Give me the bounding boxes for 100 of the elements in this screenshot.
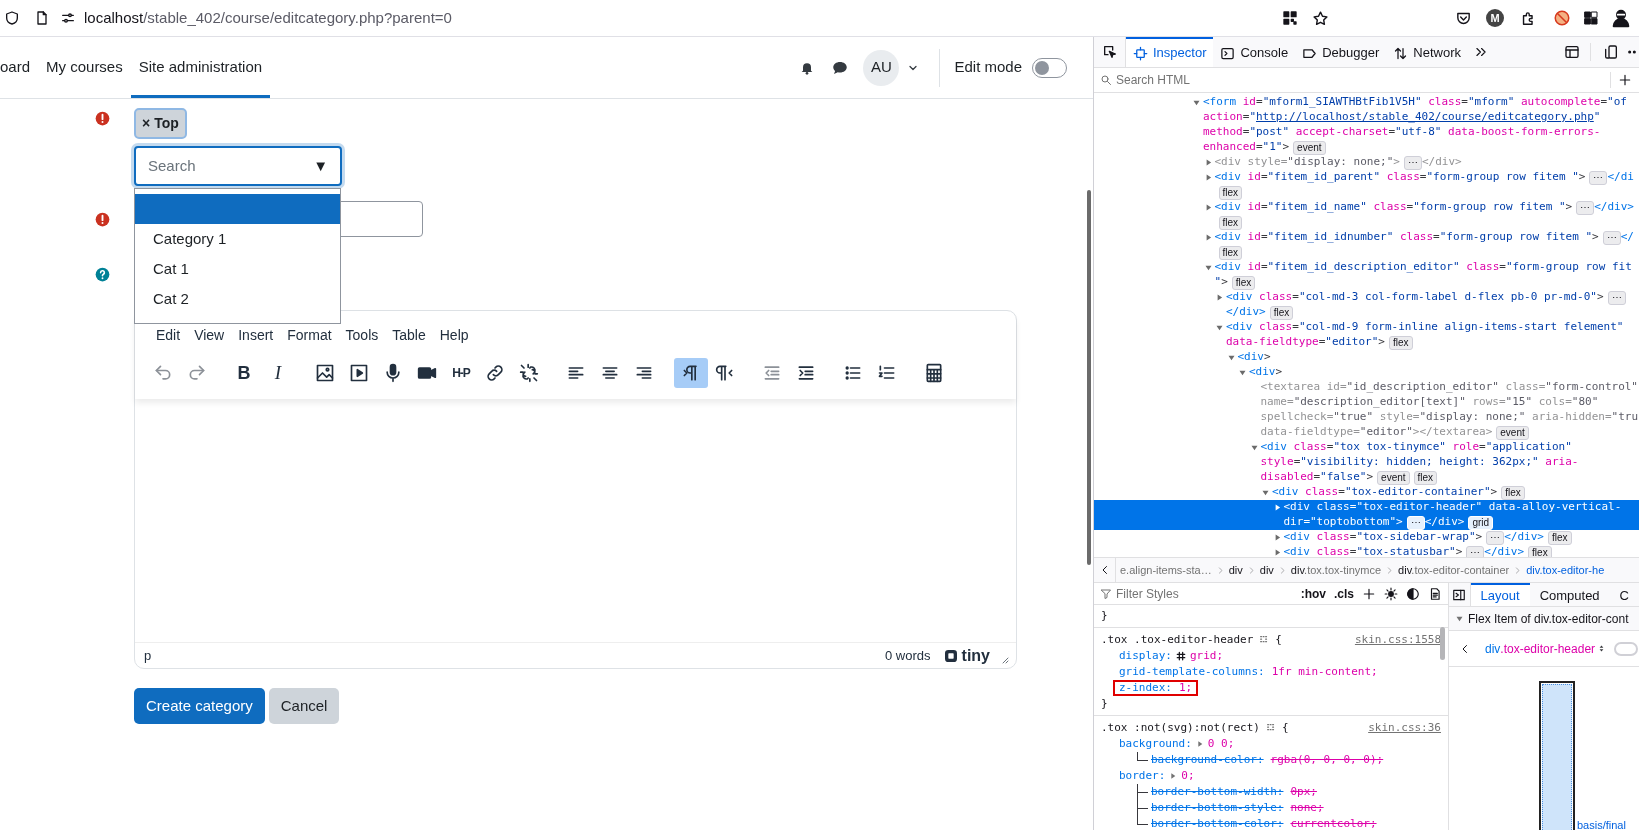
- collapsed-children-badge[interactable]: ⋯: [1607, 290, 1626, 305]
- markup-code[interactable]: </div>: [1504, 529, 1544, 546]
- devtools-tab[interactable]: Console: [1213, 37, 1296, 67]
- css-property[interactable]: border-bottom-color:: [1151, 815, 1284, 830]
- css-selector[interactable]: .tox :not(svg):not(rect): [1101, 719, 1260, 737]
- error-icon[interactable]: [95, 111, 110, 126]
- markup-code[interactable]: </di: [1607, 169, 1634, 186]
- shield-icon[interactable]: [4, 10, 20, 26]
- grid-icon[interactable]: [1583, 10, 1599, 26]
- star-icon[interactable]: [1312, 9, 1329, 27]
- cancel-button[interactable]: Cancel: [268, 688, 340, 724]
- css-property[interactable]: grid-template-columns:: [1119, 663, 1265, 681]
- grid-symbol-icon[interactable]: [1176, 651, 1186, 661]
- markup-code[interactable]: <div id="fitem_id_name" class="form-group row fitem ">: [1214, 199, 1573, 216]
- breadcrumb[interactable]: div.tox-editor-he: [1524, 561, 1607, 579]
- markup-badge[interactable]: grid: [1468, 515, 1494, 530]
- breadcrumb[interactable]: div.tox-editor-container: [1396, 561, 1512, 579]
- markup-badge[interactable]: event: [1496, 425, 1529, 440]
- edit-mode-toggle[interactable]: [1032, 57, 1067, 78]
- markup-code[interactable]: action="http://localhost/stable_402/course/editcategory.php": [1203, 109, 1601, 126]
- markup-badge[interactable]: flex: [1501, 485, 1525, 500]
- markup-code[interactable]: <textarea id="id_description_editor" class="form-control": [1260, 379, 1638, 396]
- breadcrumb[interactable]: div: [1226, 561, 1245, 579]
- markup-code[interactable]: method="post" accept-charset="utf-8" data-boost-form-errors-: [1203, 124, 1601, 141]
- collapsed-children-badge[interactable]: ⋯: [1406, 515, 1425, 530]
- css-value[interactable]: none;: [1290, 799, 1324, 817]
- css-value[interactable]: 1;: [1179, 679, 1193, 697]
- markup-code[interactable]: <form id="mform1_SIAWTHBtFib1V5H" class="mform" autocomplete="of: [1203, 94, 1627, 111]
- markup-badge[interactable]: event: [1377, 470, 1410, 485]
- markup-badge[interactable]: flex: [1218, 185, 1243, 200]
- twisty-icon[interactable]: [1249, 443, 1259, 452]
- menu-item[interactable]: Tools: [338, 323, 386, 347]
- css-value[interactable]: 0px;: [1290, 783, 1317, 801]
- italic-button[interactable]: I: [261, 358, 295, 388]
- markup-code[interactable]: <div id="fitem_id_description_editor" class="form-group row fit: [1214, 259, 1632, 276]
- qr-code-icon[interactable]: [1282, 10, 1298, 26]
- markup-code[interactable]: <div class="tox-editor-container">: [1272, 484, 1498, 501]
- twisty-icon[interactable]: [1238, 368, 1247, 377]
- markup-code[interactable]: <div id="fitem_id_parent" class="form-group row fitem ">: [1214, 169, 1586, 186]
- markup-code[interactable]: enhanced="1">: [1203, 139, 1290, 156]
- sidebar-tab[interactable]: Layout: [1470, 583, 1530, 606]
- collapsed-children-badge[interactable]: ⋯: [1576, 200, 1595, 215]
- user-avatar[interactable]: AU: [863, 49, 900, 86]
- more-tabs-icon[interactable]: [1474, 45, 1488, 59]
- markup-code[interactable]: </div>: [1484, 544, 1525, 557]
- menu-item[interactable]: Format: [280, 323, 339, 347]
- css-selector[interactable]: .tox .tox-editor-header: [1101, 631, 1254, 649]
- responsive-icon[interactable]: [1603, 44, 1619, 60]
- menu-item[interactable]: Edit: [149, 323, 188, 347]
- nav-link[interactable]: My courses: [38, 37, 131, 98]
- markup-badge[interactable]: flex: [1528, 545, 1552, 557]
- css-value[interactable]: rgba(0, 0, 0, 0);: [1270, 751, 1384, 769]
- filter-styles-field[interactable]: Filter Styles: [1116, 584, 1256, 603]
- markup-badge[interactable]: flex: [1413, 470, 1438, 485]
- css-value[interactable]: 1fr min-content;: [1271, 663, 1378, 681]
- markup-code[interactable]: <div>: [1249, 364, 1283, 381]
- selector-highlight-icon[interactable]: [1265, 723, 1276, 733]
- menu-item[interactable]: Help: [432, 323, 476, 347]
- scrollbar-thumb[interactable]: [1440, 627, 1445, 660]
- dropdown-caret[interactable]: ▼: [313, 154, 328, 178]
- markup-code[interactable]: <div id="fitem_id_idnumber" class="form-group row fitem ">: [1214, 229, 1599, 246]
- twisty-icon[interactable]: [1215, 293, 1224, 302]
- sun-icon[interactable]: [1384, 586, 1398, 601]
- css-property[interactable]: z-index:: [1119, 679, 1172, 697]
- word-count[interactable]: 0 words: [885, 645, 931, 666]
- markup-code[interactable]: dir="toptobottom">: [1283, 514, 1403, 531]
- nav-link[interactable]: oard: [0, 37, 39, 98]
- breadcrumb[interactable]: div.tox.tox-tinymce: [1288, 561, 1384, 579]
- css-property[interactable]: background:: [1119, 735, 1192, 753]
- markup-code[interactable]: spellcheck="true" style="display: none;" aria-hidden="tru: [1260, 409, 1639, 426]
- url-text[interactable]: localhost/stable_402/course/editcategory.php?parent=0: [84, 6, 452, 30]
- devtools-tab[interactable]: Debugger: [1295, 37, 1387, 67]
- markup-code[interactable]: data-fieldtype="editor">: [1226, 334, 1385, 351]
- nav-link[interactable]: Site administration: [130, 37, 271, 98]
- css-property[interactable]: border-bottom-style:: [1151, 799, 1284, 817]
- markup-code[interactable]: ">: [1214, 274, 1228, 291]
- markup-code[interactable]: <div class="tox-statusbar">: [1283, 544, 1463, 557]
- twisty-icon[interactable]: [1261, 488, 1270, 497]
- twisty-icon[interactable]: [1192, 98, 1201, 107]
- plus-icon[interactable]: [1362, 586, 1376, 601]
- section-twisty-icon[interactable]: [1455, 614, 1464, 623]
- profile-icon[interactable]: [1611, 8, 1631, 28]
- markup-code[interactable]: <div class="col-md-9 form-inline align-items-start felement": [1226, 319, 1624, 336]
- css-value[interactable]: 0 0;: [1207, 735, 1235, 753]
- css-source-link[interactable]: skin.css:36: [1368, 719, 1441, 737]
- collapsed-children-badge[interactable]: ⋯: [1486, 530, 1505, 545]
- element-select[interactable]: div.tox-editor-header: [1485, 639, 1607, 658]
- css-value[interactable]: grid;: [1190, 647, 1224, 665]
- menu-item[interactable]: Table: [385, 323, 433, 347]
- contrast-icon[interactable]: [1406, 586, 1420, 601]
- menu-item[interactable]: Insert: [231, 323, 281, 347]
- help-icon[interactable]: [95, 267, 110, 282]
- markup-code[interactable]: </div>: [1424, 514, 1465, 531]
- selector-highlight-icon[interactable]: [1259, 635, 1270, 645]
- collapsed-children-badge[interactable]: ⋯: [1589, 170, 1608, 185]
- ltr-button[interactable]: [674, 358, 708, 388]
- pseudo-class-toggle[interactable]: .cls: [1334, 584, 1354, 603]
- bold-button[interactable]: B: [227, 358, 261, 388]
- markup-code[interactable]: disabled="false">: [1260, 469, 1374, 486]
- devtools-tab[interactable]: Network: [1386, 37, 1468, 67]
